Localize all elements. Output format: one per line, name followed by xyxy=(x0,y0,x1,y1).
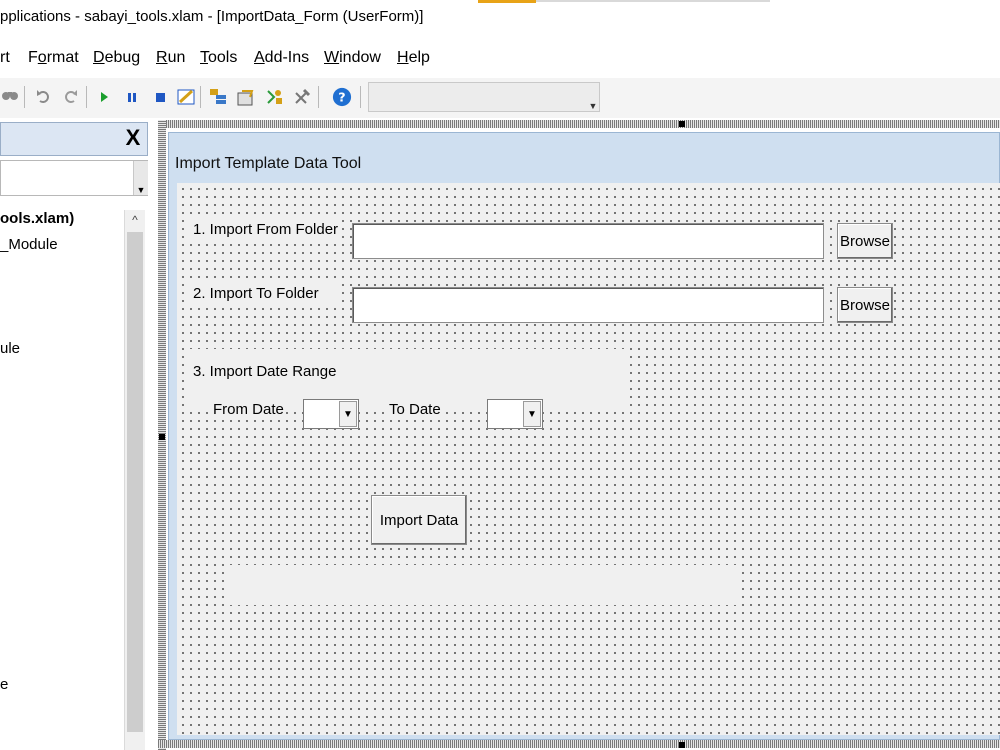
form-designer: Import Template Data Tool 1. Import From… xyxy=(152,118,1000,750)
menu-format[interactable]: Format xyxy=(28,49,79,67)
userform[interactable]: Import Template Data Tool 1. Import From… xyxy=(168,132,1000,740)
import-data-button[interactable]: Import Data xyxy=(371,495,467,545)
explorer-header: X xyxy=(0,122,148,156)
run-icon[interactable] xyxy=(94,87,114,107)
menu-add-ins[interactable]: Add-Ins xyxy=(254,49,309,67)
tree-item-module[interactable]: _Module xyxy=(0,236,58,253)
tree-item-project[interactable]: ools.xlam) xyxy=(0,210,74,227)
resize-handle-top[interactable] xyxy=(679,121,685,127)
tree-item-module-2[interactable]: ule xyxy=(0,340,20,357)
toolbar-separator xyxy=(86,86,87,108)
import-from-label: 1. Import From Folder xyxy=(191,221,341,238)
redo-icon[interactable] xyxy=(60,87,80,107)
chevron-down-icon[interactable]: ▼ xyxy=(523,401,541,427)
menu-run[interactable]: Run xyxy=(156,49,185,67)
explorer-scrollbar[interactable]: ^ xyxy=(124,210,145,750)
close-icon[interactable]: X xyxy=(121,126,145,150)
chevron-down-icon[interactable]: ▼ xyxy=(133,161,148,195)
svg-text:?: ? xyxy=(338,90,345,105)
title-accent-bar xyxy=(478,0,536,3)
help-icon[interactable]: ? xyxy=(332,87,352,107)
import-to-label: 2. Import To Folder xyxy=(191,285,321,302)
stop-icon[interactable] xyxy=(150,87,170,107)
empty-frame xyxy=(227,565,737,605)
from-date-label: From Date xyxy=(211,401,286,418)
to-date-combo[interactable]: ▼ xyxy=(487,399,543,429)
pause-icon[interactable] xyxy=(122,87,142,107)
from-date-combo[interactable]: ▼ xyxy=(303,399,359,429)
toolbar-separator xyxy=(200,86,201,108)
menu-tools[interactable]: Tools xyxy=(200,49,237,67)
tree-item-4[interactable]: e xyxy=(0,676,8,693)
scroll-thumb[interactable] xyxy=(127,232,143,732)
properties-icon[interactable] xyxy=(236,87,256,107)
project-explorer-icon[interactable] xyxy=(208,87,228,107)
menu-window[interactable]: Window xyxy=(324,49,381,67)
window-title: pplications - sabayi_tools.xlam - [Impor… xyxy=(0,8,424,25)
chevron-down-icon[interactable]: ▼ xyxy=(587,83,599,111)
form-body[interactable]: 1. Import From Folder Browse 2. Import T… xyxy=(177,183,1000,735)
resize-handle-bottom[interactable] xyxy=(679,742,685,748)
window-title-bar: pplications - sabayi_tools.xlam - [Impor… xyxy=(0,0,1000,36)
browse-from-button[interactable]: Browse xyxy=(837,223,893,259)
find-icon[interactable] xyxy=(0,87,20,107)
project-explorer-pane: X ▼ ools.xlam) _Module ule e ^ xyxy=(0,118,152,750)
toolbar-separator xyxy=(318,86,319,108)
date-range-label: 3. Import Date Range xyxy=(191,363,339,380)
menu-bar: rt Format Debug Run Tools Add-Ins Window… xyxy=(0,36,1000,78)
explorer-toggle-bar: ▼ xyxy=(0,160,148,196)
chevron-down-icon[interactable]: ▼ xyxy=(339,401,357,427)
title-strip xyxy=(536,0,770,2)
menu-insert[interactable]: rt xyxy=(0,49,10,67)
scroll-up-icon[interactable]: ^ xyxy=(125,210,145,230)
import-to-folder-input[interactable] xyxy=(352,287,824,323)
toolbar-separator xyxy=(360,86,361,108)
designer-frame-bottom xyxy=(158,740,1000,748)
browse-to-button[interactable]: Browse xyxy=(837,287,893,323)
toolbar-separator xyxy=(24,86,25,108)
location-combo[interactable]: ▼ xyxy=(368,82,600,112)
standard-toolbar: ? ▼ xyxy=(0,78,1000,119)
resize-handle-left[interactable] xyxy=(159,434,165,440)
to-date-label: To Date xyxy=(387,401,443,418)
menu-debug[interactable]: Debug xyxy=(93,49,140,67)
design-mode-icon[interactable] xyxy=(176,87,196,107)
import-from-folder-input[interactable] xyxy=(352,223,824,259)
form-caption: Import Template Data Tool xyxy=(175,155,362,172)
object-browser-icon[interactable] xyxy=(264,87,284,107)
menu-help[interactable]: Help xyxy=(397,49,430,67)
undo-icon[interactable] xyxy=(34,87,54,107)
toolbox-icon[interactable] xyxy=(292,87,312,107)
designer-frame-top xyxy=(158,120,1000,128)
